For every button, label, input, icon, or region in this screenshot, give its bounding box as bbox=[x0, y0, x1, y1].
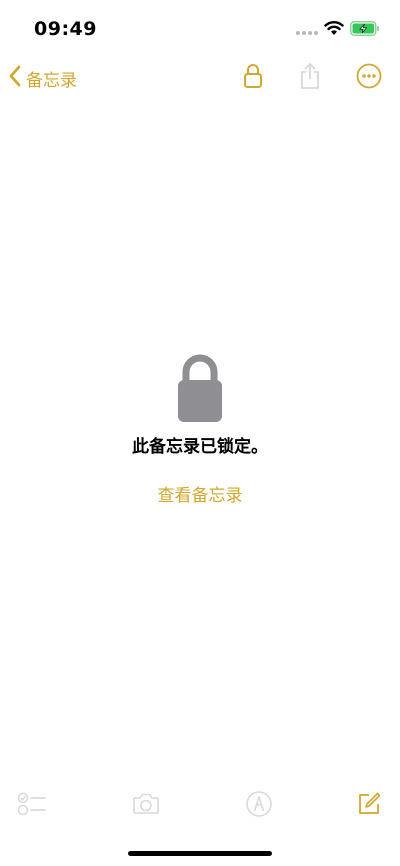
battery-charging-icon bbox=[350, 20, 380, 40]
lock-icon bbox=[243, 63, 263, 93]
back-label: 备忘录 bbox=[26, 70, 77, 91]
camera-icon bbox=[131, 792, 161, 820]
status-bar: 09:49 bbox=[0, 0, 400, 56]
camera-button[interactable] bbox=[130, 790, 162, 822]
share-button[interactable] bbox=[294, 62, 326, 94]
more-button[interactable] bbox=[353, 62, 385, 94]
wifi-icon bbox=[324, 20, 344, 40]
compose-button[interactable] bbox=[353, 790, 385, 822]
locked-message: 此备忘录已锁定。 bbox=[132, 437, 268, 457]
chevron-left-icon bbox=[8, 65, 22, 91]
markup-button[interactable] bbox=[243, 790, 275, 822]
checklist-button[interactable] bbox=[16, 790, 48, 822]
signal-dots-icon bbox=[296, 21, 318, 40]
large-lock-icon bbox=[0, 350, 400, 424]
back-button[interactable]: 备忘录 bbox=[8, 61, 77, 95]
nav-bar: 备忘录 bbox=[0, 56, 400, 100]
ellipsis-circle-icon bbox=[356, 63, 382, 93]
checklist-icon bbox=[17, 791, 47, 821]
lock-button[interactable] bbox=[237, 62, 269, 94]
compose-icon bbox=[355, 790, 383, 822]
status-icons bbox=[296, 20, 380, 40]
markup-pen-icon bbox=[245, 790, 273, 822]
bottom-toolbar bbox=[0, 784, 400, 828]
view-note-button[interactable]: 查看备忘录 bbox=[158, 481, 243, 506]
share-icon bbox=[298, 62, 322, 94]
home-indicator[interactable] bbox=[128, 851, 272, 856]
status-time: 09:49 bbox=[34, 18, 97, 40]
locked-note-panel: 此备忘录已锁定。 查看备忘录 bbox=[0, 350, 400, 506]
